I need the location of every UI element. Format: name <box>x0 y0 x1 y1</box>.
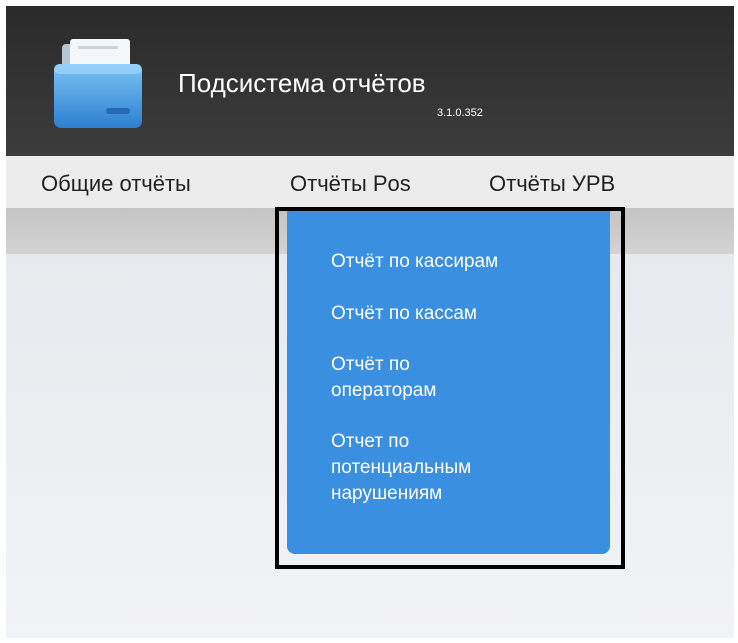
main-nav: Общие отчёты Отчёты Pos Отчёты УРВ <box>6 156 734 208</box>
nav-pos-reports[interactable]: Отчёты Pos <box>290 171 411 197</box>
app-window: Подсистема отчётов 3.1.0.352 Общие отчёт… <box>6 6 734 638</box>
nav-general-reports[interactable]: Общие отчёты <box>41 171 191 197</box>
app-header: Подсистема отчётов 3.1.0.352 <box>6 6 734 156</box>
folder-icon <box>54 39 142 128</box>
highlight-frame <box>275 207 625 569</box>
app-title: Подсистема отчётов <box>178 68 426 98</box>
nav-urv-reports[interactable]: Отчёты УРВ <box>489 171 615 197</box>
app-version: 3.1.0.352 <box>437 107 483 119</box>
